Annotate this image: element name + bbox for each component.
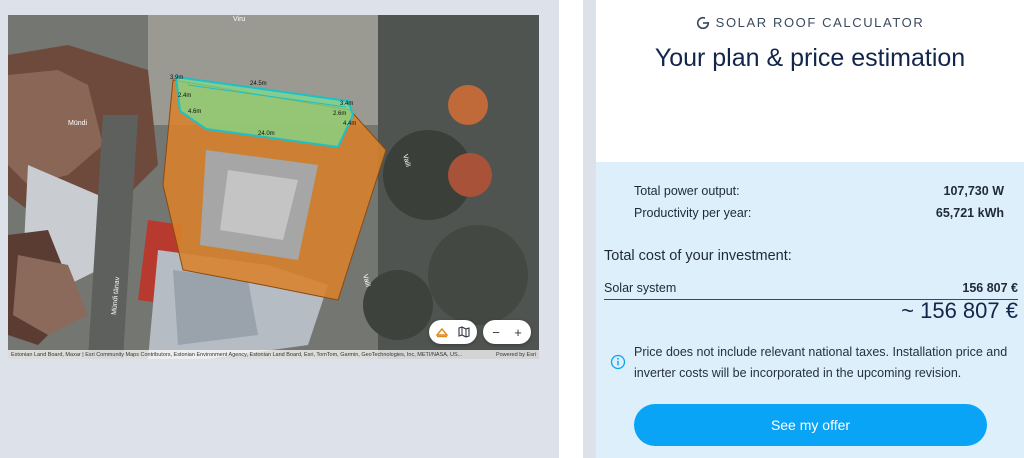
measurement-label: 2.4m bbox=[178, 93, 191, 99]
measurement-label: 3.9m bbox=[170, 75, 183, 81]
map-panel: Viru Mündi Mündi tänav Vaili Vaili 24.5m… bbox=[0, 0, 559, 458]
zoom-out-button[interactable]: − bbox=[489, 325, 503, 339]
page-title: Your plan & price estimation bbox=[654, 44, 966, 72]
brand-logo-icon bbox=[696, 16, 710, 29]
map-layers-icon[interactable] bbox=[457, 325, 471, 339]
see-offer-button[interactable]: See my offer bbox=[634, 404, 987, 446]
brand-name: SOLAR ROOF CALCULATOR bbox=[715, 15, 925, 30]
attribution-text[interactable]: Estonian Land Board, Maxar | Esri Commun… bbox=[11, 352, 462, 358]
measurement-label: 4.6m bbox=[188, 109, 201, 115]
measurement-label: 2.6m bbox=[333, 111, 346, 117]
panel-divider bbox=[559, 0, 583, 458]
productivity-label: Productivity per year: bbox=[634, 206, 752, 220]
map-tools-group bbox=[429, 320, 477, 344]
satellite-map[interactable]: Viru Mündi Mündi tänav Vaili Vaili 24.5m… bbox=[8, 15, 539, 359]
solar-system-value: 156 807 € bbox=[962, 281, 1018, 295]
zoom-controls: − + bbox=[483, 320, 531, 344]
measurement-label: 4.4m bbox=[343, 121, 356, 127]
investment-title: Total cost of your investment: bbox=[604, 248, 792, 264]
street-label-viru: Viru bbox=[233, 16, 245, 23]
measurement-label: 3.4m bbox=[340, 101, 353, 107]
map-canvas[interactable]: Viru Mündi Mündi tänav Vaili Vaili 24.5m… bbox=[8, 15, 539, 359]
power-output-label: Total power output: bbox=[634, 184, 740, 198]
measurement-bottom-edge: 24.0m bbox=[258, 131, 275, 137]
brand: SOLAR ROOF CALCULATOR bbox=[596, 15, 1024, 30]
map-controls: − + bbox=[429, 320, 531, 344]
map-attribution: Estonian Land Board, Maxar | Esri Commun… bbox=[8, 350, 539, 359]
zoom-in-button[interactable]: + bbox=[511, 325, 525, 339]
calculator-panel: SOLAR ROOF CALCULATOR Your plan & price … bbox=[596, 0, 1024, 458]
info-icon bbox=[610, 354, 626, 370]
price-note: Price does not include relevant national… bbox=[610, 342, 1020, 384]
productivity-row: Productivity per year: 65,721 kWh bbox=[634, 206, 1004, 220]
roof-tool-icon[interactable] bbox=[435, 325, 449, 339]
measurement-top-edge: 24.5m bbox=[250, 81, 267, 87]
solar-system-label: Solar system bbox=[604, 281, 677, 295]
street-label-mundi: Mündi bbox=[68, 120, 88, 127]
powered-by-text[interactable]: Powered by Esri bbox=[496, 352, 536, 358]
calculator-header: SOLAR ROOF CALCULATOR Your plan & price … bbox=[596, 0, 1024, 162]
productivity-value: 65,721 kWh bbox=[935, 206, 1004, 220]
power-output-row: Total power output: 107,730 W bbox=[634, 184, 1004, 198]
price-note-text: Price does not include relevant national… bbox=[634, 345, 1008, 380]
total-cost: ~ 156 807 € bbox=[901, 298, 1018, 323]
power-output-value: 107,730 W bbox=[943, 184, 1004, 198]
estimation-details: Total power output: 107,730 W Productivi… bbox=[596, 162, 1024, 458]
